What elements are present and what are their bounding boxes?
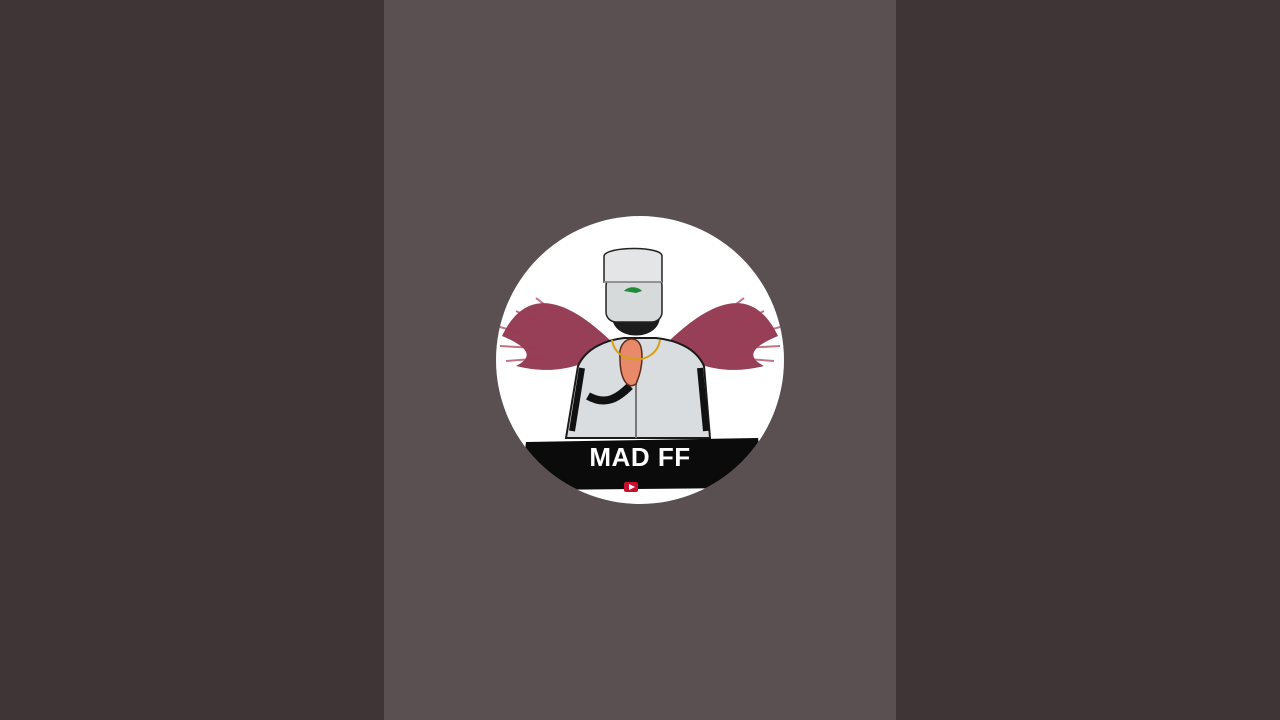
left-letterbox: [0, 0, 384, 720]
character-head: [603, 247, 663, 336]
right-letterbox: [896, 0, 1280, 720]
channel-avatar: MAD FF: [496, 216, 784, 504]
video-frame: MAD FF: [0, 0, 1280, 720]
character-body: [564, 337, 712, 439]
channel-name: MAD FF: [589, 442, 691, 472]
youtube-style-badge-icon: [624, 482, 638, 492]
